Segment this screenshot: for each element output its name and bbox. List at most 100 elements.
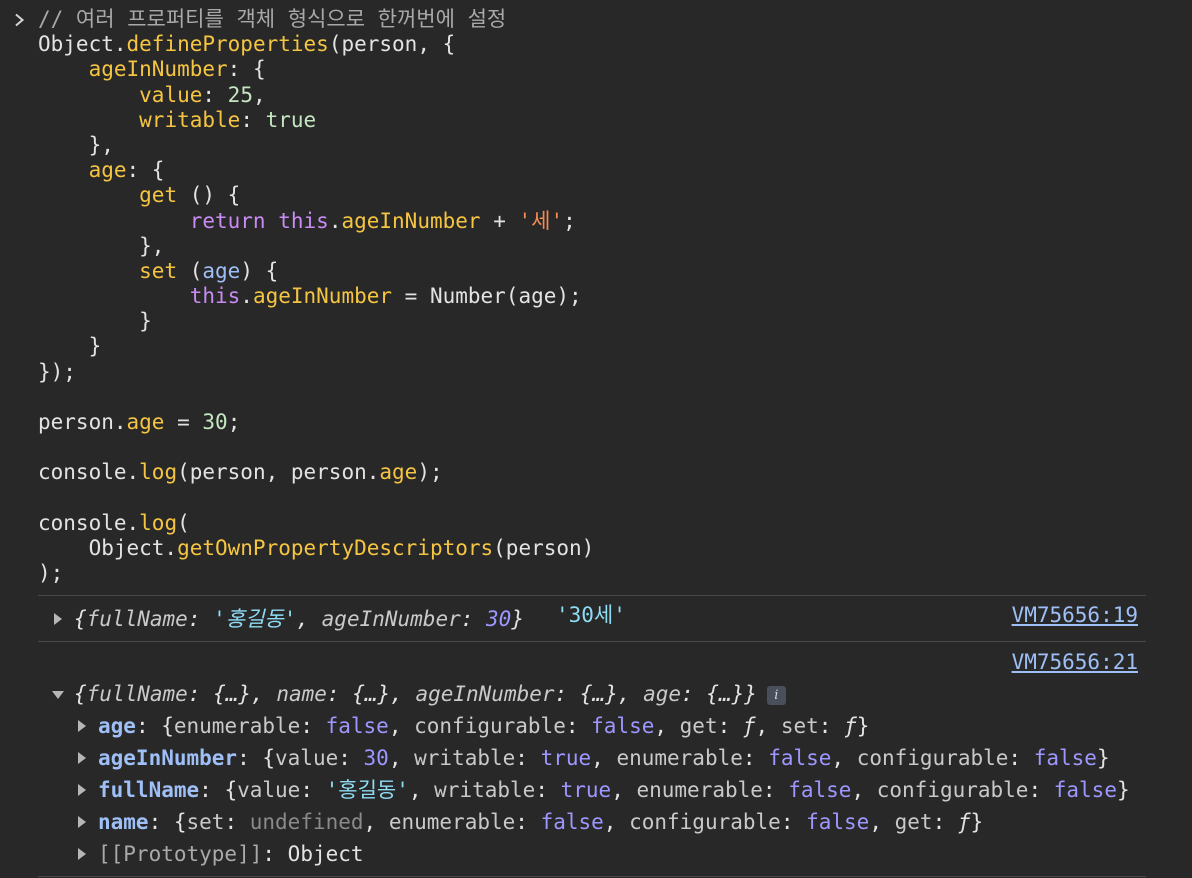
property-row-ageinnumber[interactable]: ageInNumber: {value: 30, writable: true,… (38, 744, 1146, 772)
code-line: this.ageInNumber = Number(age); (0, 284, 1192, 309)
property-token: , (408, 778, 435, 802)
code-line: // 여러 프로퍼티를 객체 형식으로 한꺼번에 설정 (0, 7, 1192, 32)
property-token: , (755, 714, 781, 738)
property-token: value (237, 778, 301, 802)
prototype-token: Object (287, 842, 364, 866)
property-token: : (742, 746, 769, 770)
property-key: fullName (98, 778, 200, 802)
property-row-name[interactable]: name: {set: undefined, enumerable: false… (38, 808, 1146, 836)
code-token: person. (38, 410, 127, 434)
property-token: : (535, 778, 561, 802)
property-token: false (768, 746, 832, 770)
property-token: : (565, 714, 592, 738)
object-summary-row[interactable]: {fullName: {…}, name: {…}, ageInNumber: … (38, 680, 1146, 708)
code-token: value (139, 82, 203, 107)
code-token: console. (38, 510, 140, 535)
property-token: : { (148, 810, 187, 834)
console-log-entry[interactable]: {fullName: '홍길동', ageInNumber: 30} '30세'… (38, 603, 1146, 635)
code-line: Object.getOwnPropertyDescriptors(person) (0, 536, 1192, 561)
code-token: : { (227, 57, 266, 82)
property-token: , (603, 810, 630, 834)
prototype-token: [[Prototype]] (98, 842, 263, 866)
code-token: } (38, 309, 152, 334)
code-line: value: 25, (0, 83, 1192, 108)
code-line: person.age = 30; (0, 410, 1192, 435)
property-token: : (515, 746, 541, 770)
code-token: ( (177, 510, 190, 535)
property-token: , (611, 778, 637, 802)
property-row-age[interactable]: age: {enumerable: false, configurable: f… (38, 712, 1146, 740)
property-key: name (98, 810, 149, 834)
property-token: configurable (856, 746, 1009, 770)
code-token: }, (38, 132, 114, 157)
code-line: ageInNumber: { (0, 57, 1192, 82)
expand-triangle-icon[interactable] (78, 816, 86, 828)
code-line: } (0, 309, 1192, 334)
property-token: false (1033, 746, 1097, 770)
expand-triangle-icon[interactable] (78, 848, 86, 860)
code-token: ); (417, 460, 443, 485)
code-token: (person) (493, 535, 595, 560)
string-output: '30세' (556, 603, 626, 627)
property-token: } (1116, 778, 1130, 802)
property-token: configurable (629, 810, 781, 834)
code-line: ); (0, 561, 1192, 586)
code-token: (person, person. (177, 460, 380, 485)
property-token: true (540, 746, 592, 770)
property-token: false (1053, 778, 1117, 802)
code-line: set (age) { (0, 259, 1192, 284)
property-token: ƒ (844, 714, 857, 738)
console-input-block[interactable]: // 여러 프로퍼티를 객체 형식으로 한꺼번에 설정 Object.define… (0, 7, 1192, 586)
property-token: , (388, 714, 415, 738)
code-token: . (240, 284, 253, 309)
expand-triangle-icon[interactable] (78, 752, 86, 764)
property-token: undefined (249, 810, 364, 834)
expand-triangle-icon[interactable] (78, 720, 86, 732)
property-token: : (780, 810, 807, 834)
property-token: '홍길동' (325, 778, 409, 802)
code-token: = (164, 410, 203, 434)
source-link[interactable]: VM75656:21 (1012, 648, 1138, 676)
property-token: , (363, 810, 389, 834)
code-token: } (38, 334, 102, 359)
property-token: writable (434, 778, 536, 802)
console-divider (38, 876, 1146, 877)
code-token: = Number(age); (392, 284, 582, 309)
collapse-triangle-icon[interactable] (52, 691, 64, 699)
code-token: ; (563, 208, 576, 233)
object-summary[interactable]: {fullName: {…}, name: {…}, ageInNumber: … (74, 680, 786, 708)
object-preview[interactable]: {fullName: '홍길동', ageInNumber: 30} (74, 603, 524, 635)
property-row-fullname[interactable]: fullName: {value: '홍길동', writable: true,… (38, 776, 1146, 804)
property-token: , (869, 810, 895, 834)
code-line: }, (0, 133, 1192, 158)
property-token: enumerable (173, 714, 301, 738)
code-token: writable (139, 107, 241, 132)
prototype-row[interactable]: [[Prototype]]: Object (38, 840, 1146, 868)
expand-triangle-icon[interactable] (78, 784, 86, 796)
property-token: , (851, 778, 877, 802)
expand-triangle-icon[interactable] (54, 613, 62, 625)
code-token: getOwnPropertyDescriptors (177, 535, 494, 560)
code-token: console. (38, 460, 140, 485)
property-token: false (806, 810, 870, 834)
code-token: 30 (202, 410, 228, 434)
info-icon[interactable]: i (766, 686, 786, 705)
console-divider (38, 595, 1146, 596)
code-token: ; (227, 410, 241, 434)
property-token: get (894, 810, 933, 834)
code-line: writable: true (0, 108, 1192, 133)
code-token: age (202, 258, 241, 283)
source-link[interactable]: VM75656:19 (1012, 599, 1138, 631)
property-token: set (186, 810, 225, 834)
property-token: false (591, 714, 655, 738)
code-token: ) { (240, 258, 279, 283)
console-log-entry[interactable]: VM75656:21 {fullName: {…}, name: {…}, ag… (38, 648, 1146, 876)
